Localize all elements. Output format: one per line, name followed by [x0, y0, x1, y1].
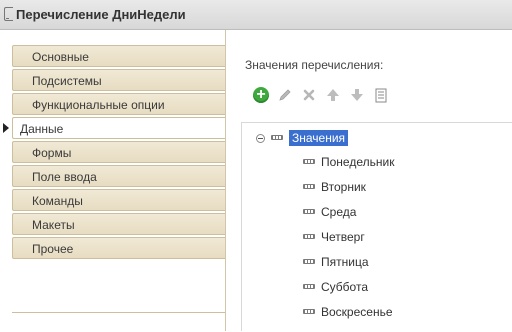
enum-value-icon — [303, 184, 315, 190]
enum-value-icon — [303, 209, 315, 215]
add-button[interactable]: + — [249, 84, 273, 106]
edit-button[interactable] — [273, 84, 297, 106]
enum-value-icon — [303, 284, 315, 290]
tree-item-label: Среда — [321, 205, 357, 219]
move-down-button[interactable] — [345, 84, 369, 106]
sidebar-item-commands[interactable]: Команды — [12, 189, 225, 211]
enum-value-icon — [303, 234, 315, 240]
edit-icon — [279, 89, 291, 101]
panel-divider — [225, 30, 226, 331]
tree-item-friday[interactable]: Пятница — [303, 253, 369, 271]
tree-item-label: Воскресенье — [321, 305, 393, 319]
sidebar-item-label: Данные — [20, 122, 64, 136]
tree-item-thursday[interactable]: Четверг — [303, 228, 365, 246]
selected-arrow-icon — [3, 123, 9, 133]
sidebar-item-label: Формы — [32, 146, 72, 160]
tree-root-node[interactable]: Значения — [256, 129, 349, 147]
tree-item-saturday[interactable]: Суббота — [303, 278, 368, 296]
sidebar-item-forms[interactable]: Формы — [12, 141, 225, 163]
enum-values-tree: Значения Понедельник Вторник Среда Четве… — [241, 122, 512, 331]
sidebar-bottom-area — [12, 312, 225, 332]
sidebar-item-templates[interactable]: Макеты — [12, 213, 225, 235]
sidebar-item-label: Макеты — [32, 218, 75, 232]
sidebar-item-functional-options[interactable]: Функциональные опции — [12, 93, 225, 115]
move-up-button[interactable] — [321, 84, 345, 106]
delete-icon — [303, 89, 315, 101]
tree-item-label: Вторник — [321, 180, 366, 194]
sidebar-item-data[interactable]: Данные — [3, 117, 225, 139]
enum-value-icon — [303, 159, 315, 165]
object-icon — [4, 7, 13, 21]
sidebar-item-label: Команды — [32, 194, 83, 208]
enum-value-icon — [303, 259, 315, 265]
sidebar-item-label: Поле ввода — [32, 170, 97, 184]
sidebar-item-subsystems[interactable]: Подсистемы — [12, 69, 225, 91]
sidebar: Основные Подсистемы Функциональные опции… — [0, 45, 225, 261]
tree-item-tuesday[interactable]: Вторник — [303, 178, 366, 196]
tree-root-label: Значения — [289, 130, 349, 146]
tree-item-wednesday[interactable]: Среда — [303, 203, 356, 221]
delete-button[interactable] — [297, 84, 321, 106]
tree-item-label: Суббота — [321, 280, 368, 294]
tree-item-monday[interactable]: Понедельник — [303, 153, 394, 171]
sidebar-item-label: Основные — [32, 50, 89, 64]
list-button[interactable] — [369, 84, 393, 106]
list-icon — [375, 88, 387, 102]
sidebar-item-input-field[interactable]: Поле ввода — [12, 165, 225, 187]
tree-item-label: Понедельник — [321, 155, 395, 169]
sidebar-item-other[interactable]: Прочее — [12, 237, 225, 259]
sidebar-item-basic[interactable]: Основные — [12, 45, 225, 67]
tree-item-label: Пятница — [321, 255, 369, 269]
window-title: Перечисление ДниНедели — [16, 7, 186, 22]
enum-value-icon — [303, 309, 315, 315]
values-toolbar: + — [249, 84, 393, 106]
move-up-icon — [327, 89, 339, 101]
tree-item-label: Четверг — [321, 230, 365, 244]
enum-values-icon — [271, 135, 283, 141]
sidebar-item-label: Функциональные опции — [32, 98, 165, 112]
tree-item-sunday[interactable]: Воскресенье — [303, 303, 393, 321]
title-bar: Перечисление ДниНедели — [0, 0, 512, 30]
sidebar-item-label: Подсистемы — [32, 74, 102, 88]
move-down-icon — [351, 89, 363, 101]
collapse-icon[interactable] — [256, 133, 265, 143]
sidebar-item-label: Прочее — [32, 242, 74, 256]
enum-values-label: Значения перечисления: — [245, 58, 384, 72]
add-icon: + — [253, 87, 269, 103]
